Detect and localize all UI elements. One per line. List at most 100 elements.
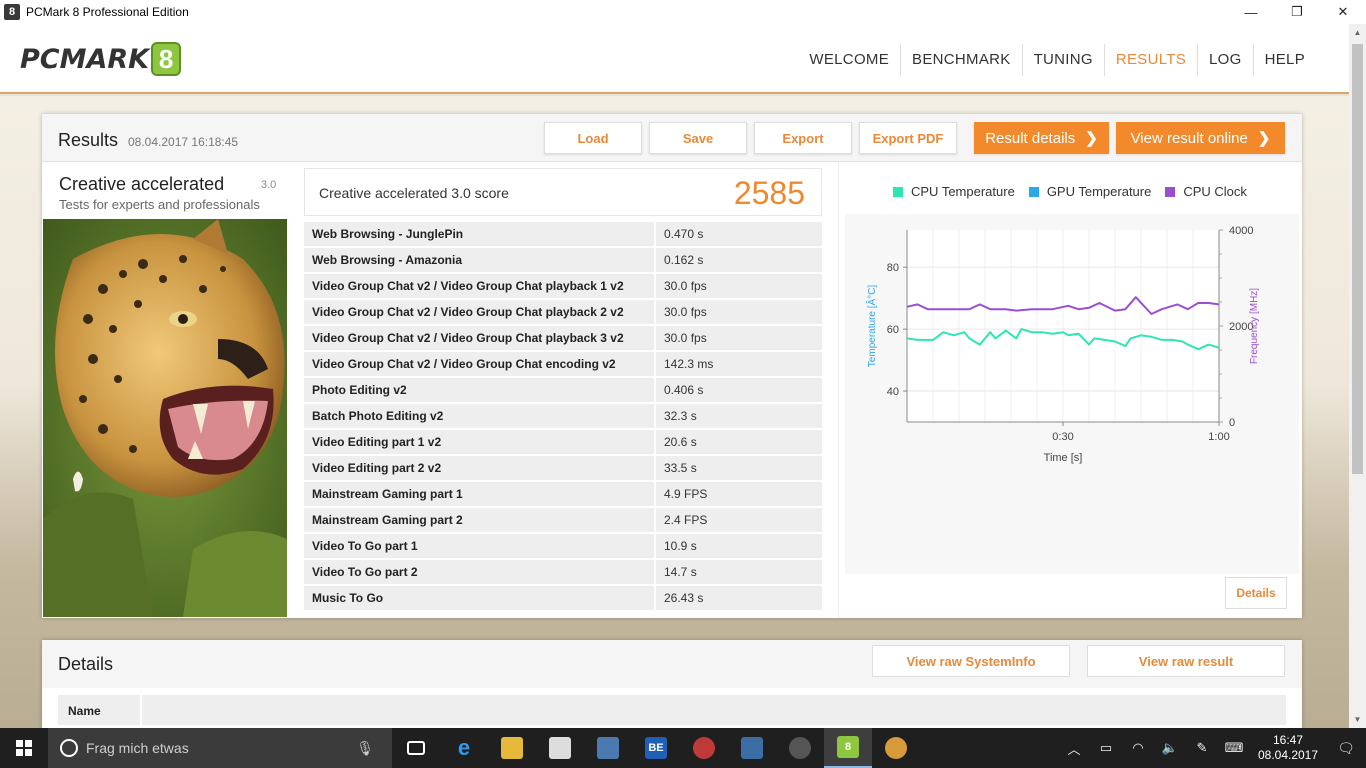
window-titlebar: 8 PCMark 8 Professional Edition — ❐ ✕ <box>0 0 1366 24</box>
chevron-right-icon: ❯ <box>1085 130 1098 147</box>
legend-item[interactable]: CPU Temperature <box>893 184 1015 199</box>
table-row: Video Editing part 1 v2 20.6 s <box>304 430 822 456</box>
score-box: Creative accelerated 3.0 score 2585 <box>304 168 822 216</box>
table-row: Video Group Chat v2 / Video Group Chat p… <box>304 274 822 300</box>
close-button[interactable]: ✕ <box>1320 0 1366 24</box>
row-name: Video Group Chat v2 / Video Group Chat e… <box>304 352 656 376</box>
taskbar-clock[interactable]: 16:47 08.04.2017 <box>1250 733 1326 763</box>
table-row: Music To Go 26.43 s <box>304 586 822 612</box>
save-button[interactable]: Save <box>649 122 747 154</box>
table-row: Video Group Chat v2 / Video Group Chat e… <box>304 352 822 378</box>
details-title: Details <box>58 654 114 674</box>
y-left-tick-label: 80 <box>887 262 899 274</box>
result-details-button[interactable]: Result details ❯ <box>974 122 1109 154</box>
pen-icon[interactable]: ✎ <box>1186 740 1218 756</box>
vertical-scrollbar[interactable]: ▲ ▼ <box>1349 24 1366 728</box>
row-value: 2.4 FPS <box>656 508 822 532</box>
results-toolbar: Results 08.04.2017 16:18:45 Load Save Ex… <box>42 114 1302 162</box>
table-row: Video To Go part 1 10.9 s <box>304 534 822 560</box>
row-name: Mainstream Gaming part 1 <box>304 482 656 506</box>
be-app-icon[interactable]: BE <box>632 728 680 768</box>
row-value: 0.406 s <box>656 378 822 402</box>
row-name: Video Group Chat v2 / Video Group Chat p… <box>304 326 656 350</box>
table-row: Web Browsing - JunglePin 0.470 s <box>304 222 822 248</box>
volume-icon[interactable]: 🔈 <box>1154 740 1186 756</box>
test-name: Creative accelerated <box>59 174 225 194</box>
nav-log[interactable]: LOG <box>1198 44 1254 76</box>
column-separator <box>140 695 142 725</box>
row-value: 14.7 s <box>656 560 822 584</box>
palette-app-icon[interactable] <box>872 728 920 768</box>
task-view-icon[interactable] <box>392 728 440 768</box>
table-row: Batch Photo Editing v2 32.3 s <box>304 404 822 430</box>
nav-results[interactable]: RESULTS <box>1105 44 1199 76</box>
table-row: Video To Go part 2 14.7 s <box>304 560 822 586</box>
y-axis-left-label: Temperature [Â°C] <box>865 285 878 368</box>
row-name: Video Group Chat v2 / Video Group Chat p… <box>304 300 656 324</box>
clock-date: 08.04.2017 <box>1257 748 1319 762</box>
nav-welcome[interactable]: WELCOME <box>798 44 902 76</box>
action-center-icon[interactable]: 🗨 <box>1326 740 1366 757</box>
logo-wordmark: PCMARK <box>20 43 150 75</box>
main-nav: WELCOME BENCHMARK TUNING RESULTS LOG HEL… <box>798 44 1316 76</box>
test-info: Creative accelerated 3.0 Tests for exper… <box>42 162 288 618</box>
table-row: Photo Editing v2 0.406 s <box>304 378 822 404</box>
view-result-online-button[interactable]: View result online ❯ <box>1116 122 1285 154</box>
calculator-app-icon[interactable] <box>584 728 632 768</box>
y-axis-right-label: Frequency [MHz] <box>1249 288 1260 364</box>
row-name: Video Group Chat v2 / Video Group Chat p… <box>304 274 656 298</box>
show-hidden-icons-icon[interactable]: ︿ <box>1058 739 1090 758</box>
pcmark-logo: PCMARK 8 <box>20 42 182 76</box>
details-toolbar: Details View raw SystemInfo View raw res… <box>42 640 1302 688</box>
scroll-down-icon[interactable]: ▼ <box>1349 711 1366 728</box>
view-raw-result-button[interactable]: View raw result <box>1087 645 1285 677</box>
legend-swatch <box>1165 186 1176 197</box>
result-details-label: Result details <box>985 129 1076 147</box>
row-value: 0.162 s <box>656 248 822 272</box>
start-button[interactable] <box>0 728 48 768</box>
maximize-button[interactable]: ❐ <box>1274 0 1320 24</box>
paint-app-icon[interactable] <box>680 728 728 768</box>
results-title: Results <box>58 130 119 150</box>
security-app-icon[interactable] <box>776 728 824 768</box>
details-button[interactable]: Details <box>1225 577 1287 609</box>
table-row: Web Browsing - Amazonia 0.162 s <box>304 248 822 274</box>
edge-browser-icon[interactable]: e <box>440 728 488 768</box>
logo-badge: 8 <box>151 42 182 76</box>
scrollbar-thumb[interactable] <box>1352 44 1363 474</box>
details-table-header: Name <box>58 695 1286 725</box>
column-header-name[interactable]: Name <box>68 704 101 718</box>
legend-item[interactable]: GPU Temperature <box>1028 184 1151 199</box>
store-icon[interactable] <box>536 728 584 768</box>
view-raw-systeminfo-button[interactable]: View raw SystemInfo <box>872 645 1070 677</box>
row-value: 0.470 s <box>656 222 822 246</box>
pcmark-taskbar-icon[interactable]: 8 <box>824 728 872 768</box>
battery-icon[interactable]: ▭ <box>1090 740 1122 756</box>
x-axis-label: Time [s] <box>1044 452 1083 464</box>
file-explorer-icon[interactable] <box>488 728 536 768</box>
row-value: 30.0 fps <box>656 274 822 298</box>
scroll-up-icon[interactable]: ▲ <box>1349 24 1366 41</box>
leopard-image <box>43 219 287 617</box>
nav-tuning[interactable]: TUNING <box>1023 44 1105 76</box>
nav-help[interactable]: HELP <box>1254 44 1316 76</box>
y-left-tick-label: 60 <box>887 324 899 336</box>
cortana-search-box[interactable]: Frag mich etwas 🎙 <box>48 728 392 768</box>
export-pdf-button[interactable]: Export PDF <box>859 122 957 154</box>
microphone-icon[interactable]: 🎙 <box>356 740 374 757</box>
minimize-button[interactable]: — <box>1228 0 1274 24</box>
legend-item[interactable]: CPU Clock <box>1165 184 1247 199</box>
monitor-app-icon[interactable] <box>728 728 776 768</box>
export-button[interactable]: Export <box>754 122 852 154</box>
windows-taskbar: Frag mich etwas 🎙 e BE 8 ︿ ▭ ◠ 🔈 ✎ ⌨ 16:… <box>0 728 1366 768</box>
table-row: Video Editing part 2 v2 33.5 s <box>304 456 822 482</box>
network-icon[interactable]: ◠ <box>1122 740 1154 756</box>
load-button[interactable]: Load <box>544 122 642 154</box>
nav-benchmark[interactable]: BENCHMARK <box>901 44 1023 76</box>
score-label: Creative accelerated 3.0 score <box>319 185 509 201</box>
subscore-list: Web Browsing - JunglePin 0.470 s Web Brow… <box>304 222 822 612</box>
row-value: 10.9 s <box>656 534 822 558</box>
pcmark-app-icon: 8 <box>4 4 20 20</box>
row-value: 30.0 fps <box>656 326 822 350</box>
keyboard-icon[interactable]: ⌨ <box>1218 740 1250 756</box>
